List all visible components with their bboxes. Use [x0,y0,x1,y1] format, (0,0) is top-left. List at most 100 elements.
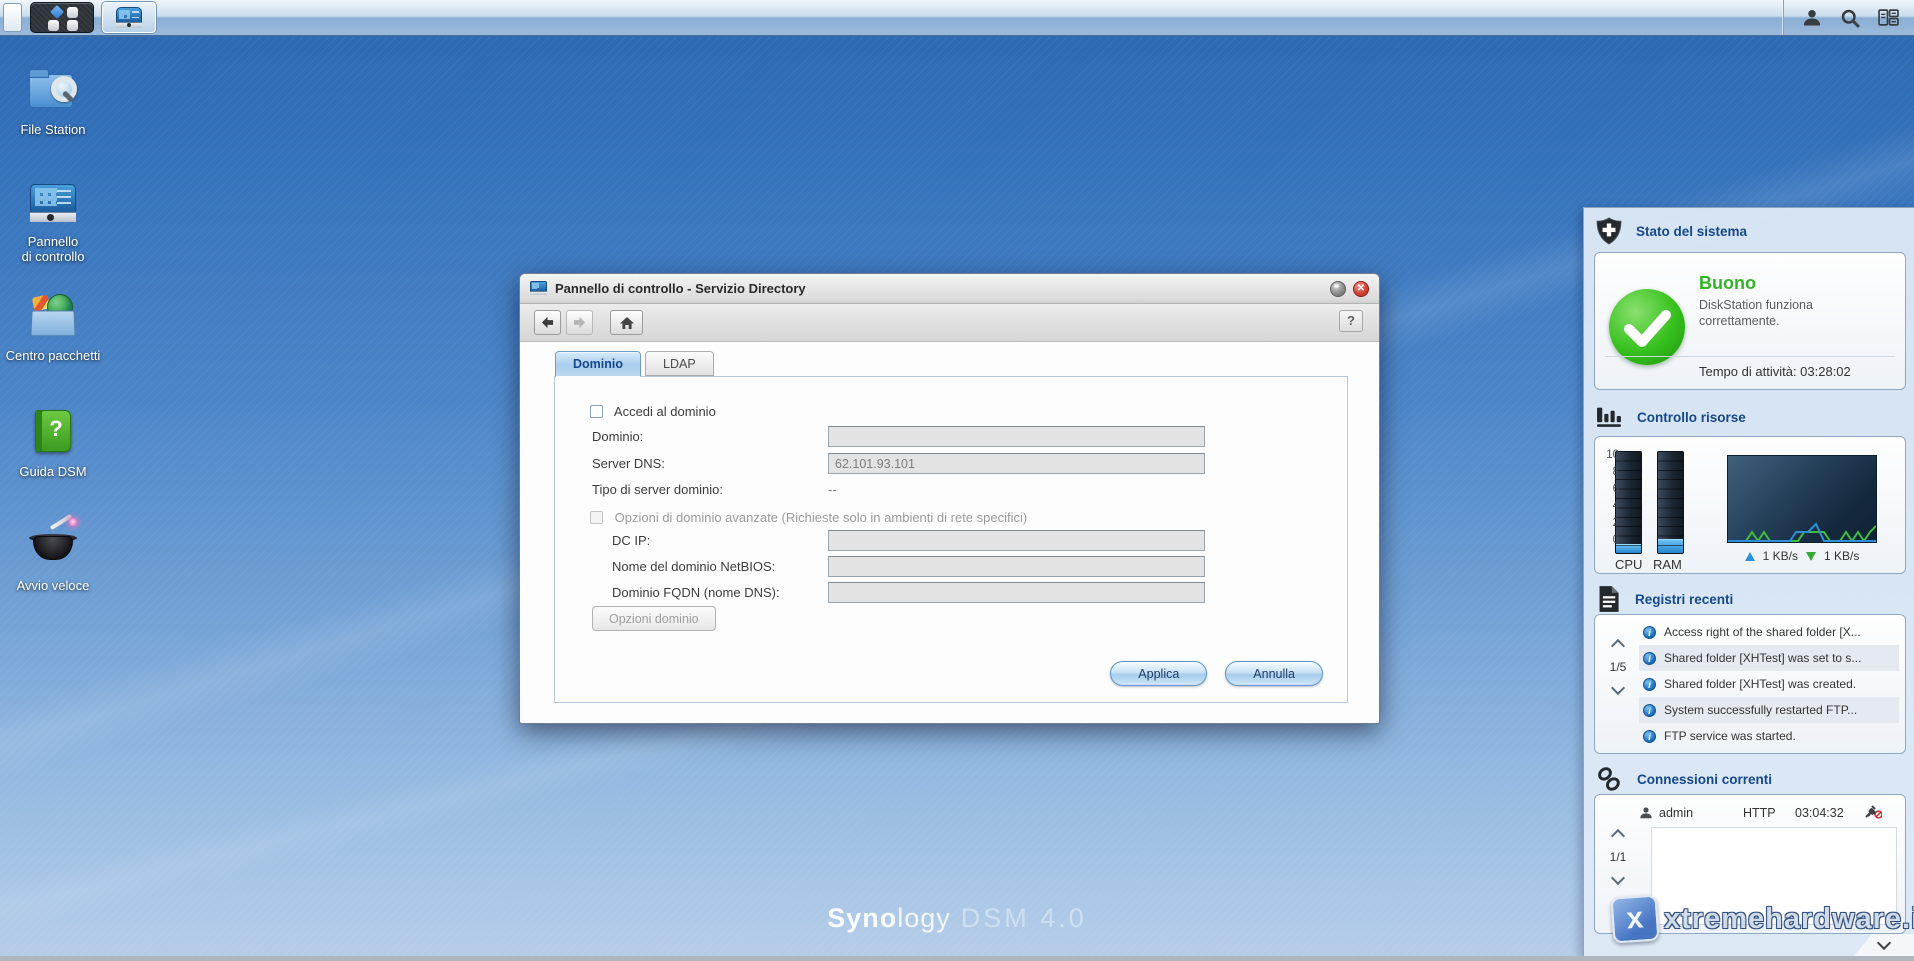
network-traffic-chart [1727,455,1877,543]
fqdn-domain-label: Dominio FQDN (nome DNS): [612,585,780,600]
taskbar-right-group [1783,0,1908,35]
fqdn-domain-input[interactable] [828,582,1205,603]
page-up-icon[interactable] [1611,639,1625,653]
info-icon: i [1643,678,1656,691]
download-rate: 1 KB/s [1824,549,1859,563]
control-panel-icon [114,6,144,30]
advanced-options-label: Opzioni di dominio avanzate (Richieste s… [615,510,1028,525]
log-row[interactable]: i Shared folder [XHTest] was set to s... [1639,645,1899,671]
bar-chart-icon [1596,405,1623,429]
window-titlebar[interactable]: Pannello di controllo - Servizio Directo… [520,274,1379,304]
log-list: i Access right of the shared folder [X..… [1639,619,1899,749]
download-arrow-icon [1806,552,1816,561]
y-tick: 0 [1593,534,1619,546]
cpu-gauge [1615,451,1642,554]
divider [1605,356,1895,357]
dc-ip-label: DC IP: [612,533,650,548]
desktop-icon-file-station[interactable]: File Station [5,66,101,137]
dns-server-label: Server DNS: [592,456,665,471]
uptime-text: Tempo di attività: 03:28:02 [1699,364,1851,379]
help-button[interactable]: ? [1339,310,1363,332]
connections-pager: 1/1 [1601,831,1635,883]
connection-protocol: HTTP [1743,806,1795,820]
help-book-icon: ? [27,408,79,458]
disconnect-icon[interactable] [1865,805,1882,822]
logs-pager: 1/5 [1601,641,1635,693]
netbios-domain-label: Nome del dominio NetBIOS: [612,559,775,574]
page-down-icon[interactable] [1611,871,1625,885]
menu-square-icon [67,20,78,31]
forward-button[interactable] [566,310,593,335]
desktop-icon-control-panel[interactable]: Pannello di controllo [5,178,101,264]
netbios-domain-input[interactable] [828,556,1205,577]
log-row[interactable]: i Access right of the shared folder [X..… [1639,619,1899,645]
minimize-button[interactable] [1330,281,1346,297]
info-icon: i [1643,704,1656,717]
y-tick: 6 [1593,483,1619,495]
pilot-view-icon[interactable] [1876,6,1900,30]
log-text: FTP service was started. [1664,729,1796,743]
shield-icon [1596,217,1622,245]
site-logo-icon: x [1610,894,1659,943]
domain-label: Dominio: [592,429,643,444]
close-button[interactable]: ✕ [1353,281,1369,297]
file-station-icon [27,66,79,116]
connection-user: admin [1659,806,1743,820]
log-row[interactable]: i System successfully restarted FTP... [1639,697,1899,723]
info-icon: i [1643,626,1656,639]
window-title: Pannello di controllo - Servizio Directo… [555,281,1323,296]
taskbar [0,0,1914,37]
desktop-icon-label: Pannello di controllo [5,234,101,264]
apply-button[interactable]: Applica [1110,661,1207,686]
domain-options-button[interactable]: Opzioni dominio [592,606,716,631]
page-down-icon[interactable] [1611,681,1625,695]
system-health-header: Stato del sistema [1596,218,1747,244]
page-indicator: 1/1 [1610,850,1627,864]
package-center-icon [27,292,79,342]
brand-version: DSM 4.0 [961,903,1087,933]
connection-time: 03:04:32 [1795,806,1865,820]
home-button[interactable] [610,310,643,335]
user-icon[interactable] [1800,6,1824,30]
domain-server-type-label: Tipo di server dominio: [592,482,723,497]
dc-ip-input[interactable] [828,530,1205,551]
recent-logs-card: 1/5 i Access right of the shared folder … [1594,614,1906,754]
back-button[interactable] [534,310,561,335]
connection-row[interactable]: admin HTTP 03:04:32 [1639,801,1899,825]
y-tick: 4 [1593,500,1619,512]
search-icon[interactable] [1838,6,1862,30]
tab-ldap[interactable]: LDAP [645,351,714,376]
health-ok-icon [1609,289,1685,365]
log-row[interactable]: i FTP service was started. [1639,723,1899,749]
log-text: Shared folder [XHTest] was set to s... [1664,651,1861,665]
tab-dominio[interactable]: Dominio [555,351,641,377]
resource-monitor-card: CPU RAM 10 8 6 4 2 0 1 KB/s 1 KB/s [1594,436,1906,574]
main-menu-button[interactable] [30,2,94,33]
upload-rate: 1 KB/s [1763,549,1798,563]
show-desktop-button[interactable] [3,3,22,32]
chain-link-icon [1596,766,1623,793]
ram-gauge [1657,451,1684,554]
domain-tab-panel: Accedi al dominio Dominio: Server DNS: T… [554,376,1348,703]
tab-strip: Dominio LDAP [555,351,714,376]
cancel-button[interactable]: Annulla [1225,661,1323,686]
y-tick: 2 [1593,517,1619,529]
desktop-icon-dsm-help[interactable]: ? Guida DSM [5,408,101,479]
advanced-options-checkbox[interactable] [590,511,603,524]
page-up-icon[interactable] [1611,829,1625,843]
log-text: Shared folder [XHTest] was created. [1664,677,1856,691]
control-panel-window: Pannello di controllo - Servizio Directo… [519,273,1380,724]
domain-input[interactable] [828,426,1205,447]
log-row[interactable]: i Shared folder [XHTest] was created. [1639,671,1899,697]
desktop-icon-quick-start[interactable]: Avvio veloce [5,522,101,593]
menu-square-icon [48,20,59,31]
log-text: System successfully restarted FTP... [1664,703,1857,717]
dns-server-input[interactable] [828,453,1205,474]
ram-label: RAM [1653,557,1682,572]
taskbar-window-button-control-panel[interactable] [102,2,156,33]
y-tick: 10 [1593,449,1619,461]
desktop-icon-package-center[interactable]: Centro pacchetti [5,292,101,363]
widget-title: Registri recenti [1635,592,1733,607]
user-icon [1639,806,1653,820]
join-domain-checkbox[interactable] [590,405,603,418]
